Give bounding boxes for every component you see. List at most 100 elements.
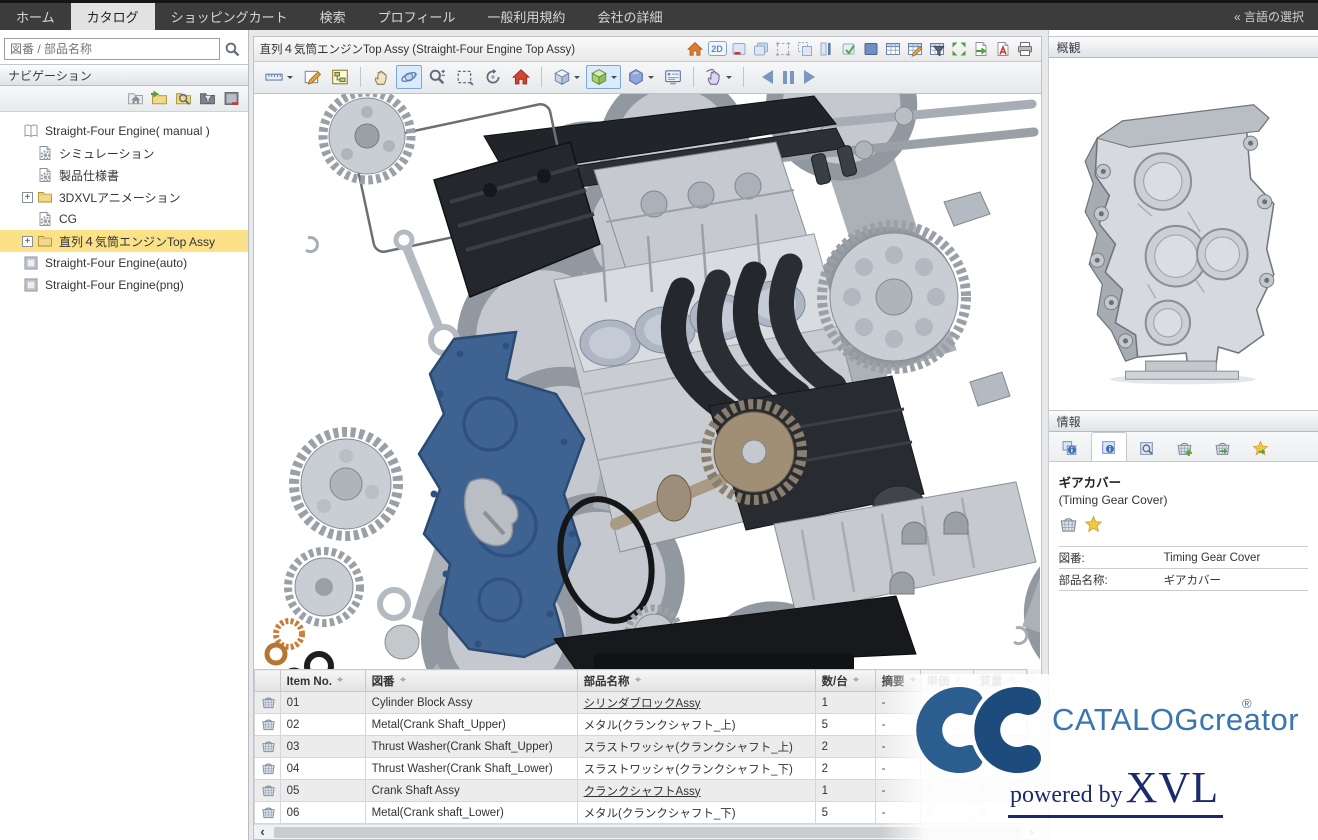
- add-to-cart-icon[interactable]: [261, 695, 276, 710]
- zoom-icon[interactable]: [424, 65, 450, 89]
- fit-all-icon[interactable]: [796, 39, 815, 58]
- step-back-icon[interactable]: [751, 65, 777, 89]
- table-row[interactable]: 05 Crank Shaft Assy クランクシャフトAssy 1 - 1 1: [254, 780, 1026, 802]
- animation-icon[interactable]: [701, 65, 736, 89]
- column-header[interactable]: 部品名称: [577, 670, 815, 692]
- table-horizontal-scrollbar[interactable]: ‹ ›: [254, 824, 1041, 839]
- add-to-cart-icon[interactable]: [261, 783, 276, 798]
- tree-item[interactable]: Straight-Four Engine(png): [0, 274, 248, 296]
- find-part-icon[interactable]: [1129, 435, 1165, 461]
- column-header[interactable]: 数/台: [815, 670, 875, 692]
- cell-part-name[interactable]: メタル(クランクシャフト_下): [577, 802, 815, 824]
- cell-part-name[interactable]: メタル(クランクシャフト_上): [577, 714, 815, 736]
- tree-item[interactable]: 製品仕様書: [0, 164, 248, 186]
- sort-icon[interactable]: [635, 674, 642, 685]
- cam-sprocket[interactable]: [323, 94, 411, 180]
- tree-item[interactable]: Straight-Four Engine(auto): [0, 252, 248, 274]
- panel-remove-icon[interactable]: [222, 89, 242, 109]
- connecting-rod[interactable]: [396, 232, 457, 353]
- fullscreen-icon[interactable]: [950, 39, 969, 58]
- scroll-down-icon[interactable]: [1030, 813, 1038, 821]
- column-header[interactable]: 単価: [920, 670, 973, 692]
- export-page-icon[interactable]: [972, 39, 991, 58]
- scroll-up-icon[interactable]: [1030, 672, 1038, 680]
- home-view-icon[interactable]: [508, 65, 534, 89]
- timing-gear[interactable]: [294, 432, 398, 536]
- minimize-window-icon[interactable]: [730, 39, 749, 58]
- cell-part-name[interactable]: スラストワッシャ(クランクシャフト_上): [577, 736, 815, 758]
- language-select[interactable]: « 言語の選択: [1220, 3, 1318, 30]
- table-row[interactable]: 04 Thrust Washer(Crank Shaft_Lower) スラスト…: [254, 758, 1026, 780]
- tree-panel-icon[interactable]: [327, 65, 353, 89]
- info-part-icon[interactable]: [1091, 432, 1127, 461]
- cell-part-name[interactable]: スラストワッシャ(クランクシャフト_下): [577, 758, 815, 780]
- nav-tab[interactable]: ショッピングカート: [155, 3, 304, 30]
- folder-find-icon[interactable]: [174, 89, 194, 109]
- pdf-export-icon[interactable]: [994, 39, 1013, 58]
- add-to-cart-icon[interactable]: [261, 739, 276, 754]
- nav-tab[interactable]: カタログ: [71, 3, 155, 30]
- table-edit-icon[interactable]: [906, 39, 925, 58]
- table-icon[interactable]: [884, 39, 903, 58]
- nav-tab[interactable]: 一般利用規約: [471, 3, 581, 30]
- nav-tab[interactable]: 会社の詳細: [581, 3, 678, 30]
- zoom-window-icon[interactable]: [452, 65, 478, 89]
- info-all-icon[interactable]: [1053, 435, 1089, 461]
- tree-item[interactable]: シミュレーション: [0, 142, 248, 164]
- add-to-cart-icon[interactable]: [261, 805, 276, 820]
- play-icon[interactable]: [800, 65, 826, 89]
- 2d-view-icon[interactable]: 2D: [708, 39, 727, 58]
- table-filter-icon[interactable]: [928, 39, 947, 58]
- search-input[interactable]: [4, 38, 220, 60]
- column-header[interactable]: 図番: [365, 670, 577, 692]
- nav-tab[interactable]: ホーム: [0, 3, 71, 30]
- add-to-cart-icon[interactable]: [1059, 515, 1078, 534]
- column-header[interactable]: 質量: [973, 670, 1026, 692]
- restore-window-icon[interactable]: [752, 39, 771, 58]
- sort-icon[interactable]: [853, 674, 860, 685]
- add-to-cart-icon[interactable]: [261, 717, 276, 732]
- nav-tab[interactable]: 検索: [304, 3, 362, 30]
- sort-icon[interactable]: [910, 674, 917, 685]
- column-header[interactable]: 摘要: [875, 670, 920, 692]
- table-row[interactable]: 01 Cylinder Block Assy シリンダブロックAssy 1 -: [254, 692, 1026, 714]
- scroll-left-icon[interactable]: ‹: [254, 825, 272, 839]
- scrollbar-thumb[interactable]: [274, 827, 1021, 838]
- rotate-view-icon[interactable]: [480, 65, 506, 89]
- sort-icon[interactable]: [400, 674, 407, 685]
- sort-icon[interactable]: [1008, 674, 1015, 685]
- folder-go-icon[interactable]: [150, 89, 170, 109]
- oil-pump-assembly[interactable]: [267, 551, 419, 669]
- table-vertical-scrollbar[interactable]: [1027, 669, 1041, 824]
- tree-item[interactable]: 3DXVLアニメーション: [0, 186, 248, 208]
- cart-send-icon[interactable]: [1205, 435, 1241, 461]
- home-icon[interactable]: [686, 39, 705, 58]
- apply-view-icon[interactable]: [840, 39, 859, 58]
- search-button[interactable]: [222, 38, 244, 60]
- measure-icon[interactable]: [260, 65, 297, 89]
- table-row[interactable]: 03 Thrust Washer(Crank Shaft_Upper) スラスト…: [254, 736, 1026, 758]
- display-settings-icon[interactable]: [660, 65, 686, 89]
- 3d-viewport[interactable]: [253, 94, 1042, 669]
- add-to-cart-icon[interactable]: [261, 761, 276, 776]
- cell-part-name[interactable]: シリンダブロックAssy: [577, 692, 815, 714]
- sort-icon[interactable]: [337, 674, 344, 685]
- cart-add-icon[interactable]: [1167, 435, 1203, 461]
- pause-icon[interactable]: [779, 65, 798, 89]
- folder-filter-icon[interactable]: [198, 89, 218, 109]
- folder-home-icon[interactable]: [126, 89, 146, 109]
- rotate-icon[interactable]: [396, 65, 422, 89]
- fit-selection-icon[interactable]: [774, 39, 793, 58]
- scroll-right-icon[interactable]: ›: [1023, 825, 1041, 839]
- shading-icon[interactable]: [623, 65, 658, 89]
- table-row[interactable]: 02 Metal(Crank Shaft_Upper) メタル(クランクシャフト…: [254, 714, 1026, 736]
- favorite-send-icon[interactable]: [1243, 435, 1279, 461]
- markup-icon[interactable]: [299, 65, 325, 89]
- table-row[interactable]: 06 Metal(Crank shaft_Lower) メタル(クランクシャフト…: [254, 802, 1026, 824]
- column-header[interactable]: Item No.: [280, 670, 365, 692]
- pan-icon[interactable]: [368, 65, 394, 89]
- favorite-star-icon[interactable]: [1084, 515, 1103, 534]
- tree-expander-icon[interactable]: [22, 192, 33, 203]
- part-preview[interactable]: [1049, 58, 1318, 410]
- solid-window-icon[interactable]: [862, 39, 881, 58]
